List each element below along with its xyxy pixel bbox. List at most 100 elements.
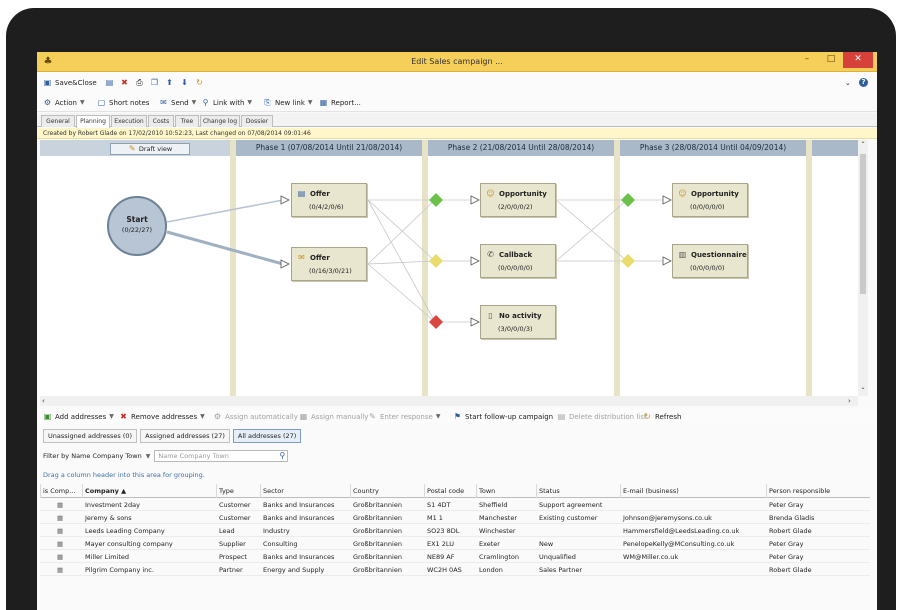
delete-icon[interactable]: ✖ (120, 78, 129, 87)
column-header-sector[interactable]: Sector (260, 484, 350, 498)
enter-response-label: Enter response (380, 412, 433, 421)
refresh-icon: ↻ (644, 412, 651, 421)
tab-change-log[interactable]: Change log (200, 115, 240, 127)
table-row[interactable]: ▦ Jeremy & sons Customer Banks and Insur… (40, 512, 870, 524)
document-icon: ▯ (488, 311, 493, 320)
chevron-right-icon[interactable]: › (848, 397, 851, 405)
chevron-down-icon: ⌄ (845, 78, 851, 87)
chevron-down-icon: ▼ (79, 99, 85, 106)
arrow-up-icon[interactable]: ⬆ (165, 78, 174, 87)
send-label: Send (171, 98, 189, 107)
refresh-button[interactable]: ↻ Refresh (643, 411, 681, 422)
activity-opportunity-1[interactable]: ☺ Opportunity (2/0/0/0/2) (480, 183, 556, 217)
activity-callback[interactable]: ✆ Callback (0/0/0/0/0) (480, 244, 556, 278)
tab-assigned-addresses[interactable]: Assigned addresses (27) (140, 429, 230, 443)
table-row[interactable]: ▦ Investment 2day Customer Banks and Ins… (40, 499, 870, 511)
column-header-type[interactable]: Type (216, 484, 260, 498)
column-header-postal-code[interactable]: Postal code (424, 484, 476, 498)
start-node[interactable]: Start (0/22/27) (107, 196, 167, 256)
link-icon: ⚲ (202, 98, 209, 107)
tab-all-addresses[interactable]: All addresses (27) (232, 429, 302, 443)
new-link-icon: ⎘ (264, 98, 271, 107)
assign-manually-button[interactable]: ▦ Assign manually (299, 411, 369, 422)
help-button[interactable]: ? (859, 77, 868, 88)
vertical-scrollbar[interactable]: ⌃ ⌄ (858, 140, 868, 396)
cell-country: Großbritannien (353, 514, 402, 522)
chevron-down-icon: ▼ (307, 99, 313, 106)
save-close-icon: ▣ (43, 78, 52, 87)
assign-automatically-label: Assign automatically (225, 412, 298, 421)
table-row[interactable]: ▦ Miller Limited Prospect Banks and Insu… (40, 551, 870, 563)
column-header-town[interactable]: Town (476, 484, 536, 498)
short-notes-button[interactable]: ▢ Short notes (97, 97, 150, 108)
opportunity-icon: ☺ (486, 189, 495, 198)
tab-execution[interactable]: Execution (111, 115, 147, 127)
link-with-menu[interactable]: ⚲ Link with ▼ (201, 97, 252, 108)
save-icon[interactable]: ▤ (105, 78, 114, 87)
tab-general[interactable]: General (41, 115, 75, 127)
maximize-button[interactable]: □ (819, 52, 843, 68)
remove-addresses-menu[interactable]: ✖ Remove addresses ▼ (119, 411, 205, 422)
chevron-left-icon[interactable]: ‹ (42, 397, 45, 405)
filter-dropdown[interactable]: Filter by Name Company Town (43, 452, 142, 460)
link-with-label: Link with (213, 98, 245, 107)
enter-response-button[interactable]: ✎ Enter response ▼ (368, 411, 440, 422)
table-row[interactable]: ▦ Pilgrim Company inc. Partner Energy an… (40, 564, 870, 576)
close-button[interactable]: ✕ (843, 52, 873, 68)
chevron-up-icon[interactable]: ⌃ (859, 141, 867, 148)
column-header-email[interactable]: E-mail (business) (620, 484, 766, 498)
send-menu[interactable]: ✉ Send ▼ (159, 97, 196, 108)
table-row[interactable]: ▦ Mayer consulting company Supplier Cons… (40, 538, 870, 550)
filter-bar: Filter by Name Company Town ▼ Name Compa… (43, 449, 289, 463)
cell-postal-code: M1 1 (427, 514, 443, 522)
questionnaire-icon: ▥ (678, 250, 687, 259)
activity-no-activity[interactable]: ▯ No activity (3/0/0/0/3) (480, 305, 556, 339)
copy-icon[interactable]: ❐ (150, 78, 159, 87)
cell-company: Pilgrim Company inc. (85, 566, 154, 574)
horizontal-scrollbar[interactable]: ‹ › (40, 396, 858, 406)
activity-offer-2[interactable]: ✉ Offer (0/16/3/0/21) (291, 247, 367, 281)
tab-unassigned-addresses[interactable]: Unassigned addresses (0) (43, 429, 138, 443)
activity-opportunity-2[interactable]: ☺ Opportunity (0/0/0/0/0) (672, 183, 748, 217)
company-icon: ▦ (57, 540, 64, 548)
action-menu[interactable]: ⚙ Action ▼ (43, 97, 85, 108)
cell-country: Großbritannien (353, 566, 402, 574)
collapse-ribbon-button[interactable]: ⌄ (845, 77, 851, 88)
red-diamond-icon (429, 315, 443, 329)
cell-postal-code: S1 4DT (427, 501, 451, 509)
help-icon: ? (859, 78, 868, 87)
table-row[interactable]: ▦ Leeds Leading Company Lead Industry Gr… (40, 525, 870, 537)
search-icon[interactable]: ⚲ (279, 451, 285, 461)
start-follow-up-button[interactable]: ⚑ Start follow-up campaign (453, 411, 553, 422)
new-link-menu[interactable]: ⎘ New link ▼ (263, 97, 313, 108)
assign-automatically-button[interactable]: ⚙ Assign automatically (213, 411, 298, 422)
tab-tree[interactable]: Tree (175, 115, 199, 127)
tab-dossier[interactable]: Dossier (241, 115, 273, 127)
chevron-down-icon: ▼ (435, 413, 441, 420)
tab-costs[interactable]: Costs (148, 115, 174, 127)
scrollbar-thumb[interactable] (860, 154, 866, 294)
minimize-button[interactable]: – (795, 52, 819, 68)
chevron-down-icon[interactable]: ▼ (146, 453, 151, 460)
add-addresses-menu[interactable]: ▣ Add addresses ▼ (43, 411, 114, 422)
activity-questionnaire[interactable]: ▥ Questionnaire (0/0/0/0/0) (672, 244, 748, 278)
delete-distribution-list-button[interactable]: ▤ Delete distribution list (557, 411, 647, 422)
column-header-status[interactable]: Status (536, 484, 620, 498)
column-header-person-responsible[interactable]: Person responsible (766, 484, 870, 498)
column-header-is-company[interactable]: is Comp... (40, 484, 82, 498)
report-button[interactable]: ▦ Report... (319, 97, 361, 108)
cell-postal-code: NE89 AF (427, 553, 455, 561)
print-icon[interactable]: ⎙ (135, 78, 144, 87)
refresh-icon[interactable]: ↻ (195, 78, 204, 87)
save-close-label: Save&Close (55, 78, 97, 87)
arrow-down-icon[interactable]: ⬇ (180, 78, 189, 87)
tab-planning[interactable]: Planning (76, 115, 110, 128)
column-header-country[interactable]: Country (350, 484, 424, 498)
filter-input[interactable]: Name Company Town ⚲ (154, 450, 289, 462)
save-close-button[interactable]: ▣ Save&Close (43, 77, 97, 88)
activity-label: Opportunity (691, 189, 739, 198)
activity-offer-1[interactable]: ▤ Offer (0/4/2/0/6) (291, 183, 367, 217)
chevron-down-icon[interactable]: ⌄ (859, 384, 867, 391)
activity-label: Offer (310, 253, 330, 262)
column-header-company[interactable]: Company ▲ (82, 484, 216, 498)
